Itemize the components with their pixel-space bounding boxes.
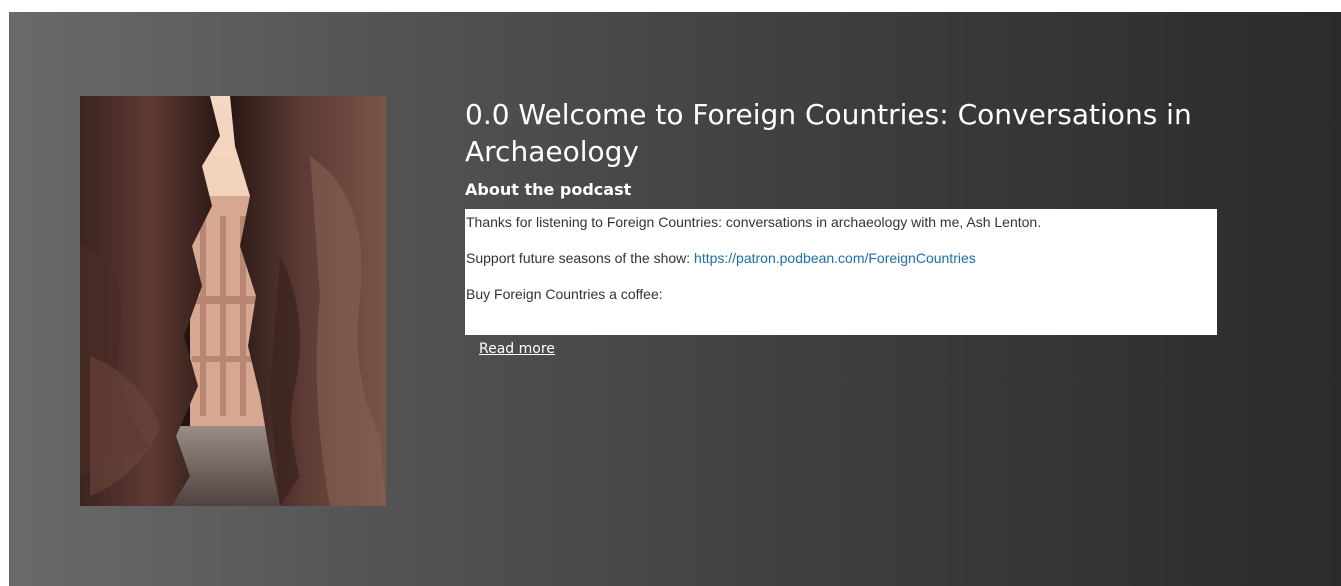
podcast-description: Thanks for listening to Foreign Countrie… [465,209,1217,335]
description-line-2-text: Support future seasons of the show: [466,250,695,266]
canyon-photo [80,96,386,506]
podcast-header: 0.0 Welcome to Foreign Countries: Conver… [9,12,1341,586]
description-line-2: Support future seasons of the show: http… [466,250,1217,266]
patron-link[interactable]: https://patron.podbean.com/ForeignCountr… [694,250,976,266]
description-line-1: Thanks for listening to Foreign Countrie… [466,214,1042,230]
description-line-3: Buy Foreign Countries a coffee: [466,286,663,302]
episode-info: 0.0 Welcome to Foreign Countries: Conver… [465,96,1325,358]
read-more-link[interactable]: Read more [479,341,555,357]
about-heading: About the podcast [465,180,632,199]
episode-title: 0.0 Welcome to Foreign Countries: Conver… [465,98,1192,168]
podcast-cover-image [80,96,386,506]
